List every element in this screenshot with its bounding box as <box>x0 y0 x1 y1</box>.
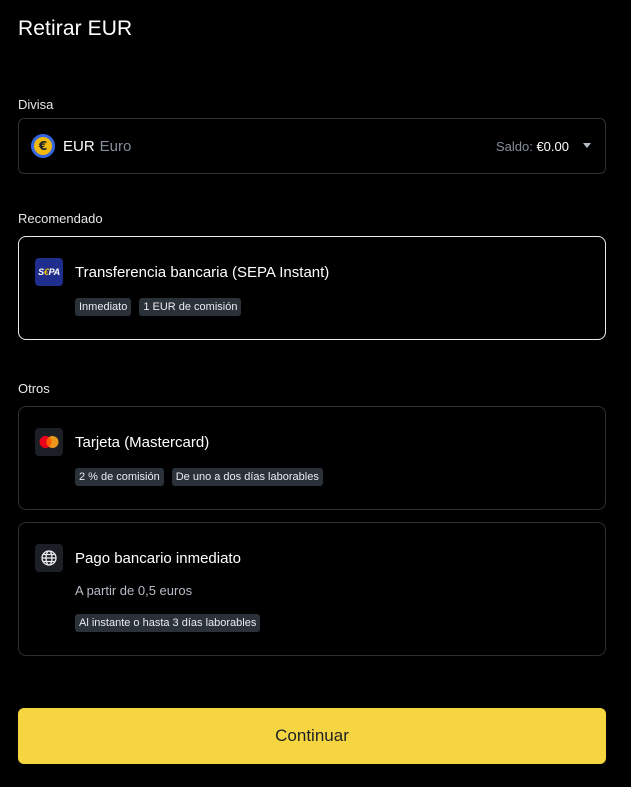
method-tags: Al instante o hasta 3 días laborables <box>75 614 261 632</box>
balance-label: Saldo <box>495 138 530 154</box>
currency-name: Euro <box>99 137 132 155</box>
method-sepa-instant[interactable]: S € PA Transferencia bancaria (SEPA Instan… <box>18 236 606 340</box>
balance: Saldo: €0.00 <box>496 139 569 154</box>
tag-speed: Inmediato <box>75 298 132 316</box>
chevron-down-icon <box>583 142 591 148</box>
recommended-label: Recomendado <box>18 211 103 226</box>
tag-speed: De uno a dos días laborables <box>171 468 323 486</box>
balance-value: €0.00 <box>536 138 569 154</box>
method-min-amount: A partir de 0,5 euros <box>75 583 193 598</box>
method-name: Pago bancario inmediato <box>75 550 241 567</box>
withdraw-page: Retirar EUR Divisa € EUR Euro Saldo: €0.… <box>0 0 631 787</box>
continue-button[interactable]: Continuar <box>18 708 606 764</box>
currency-label: Divisa <box>18 97 54 112</box>
method-name: Transferencia bancaria (SEPA Instant) <box>75 264 330 281</box>
method-tags: 2 % de comisión De uno a dos días labora… <box>75 468 323 486</box>
tag-fee: 2 % de comisión <box>75 468 164 486</box>
mastercard-icon <box>35 428 63 456</box>
method-name: Tarjeta (Mastercard) <box>75 434 210 451</box>
others-label: Otros <box>18 381 50 396</box>
globe-icon <box>35 544 63 572</box>
currency-code: EUR <box>63 137 95 155</box>
tag-speed: Al instante o hasta 3 días laborables <box>75 614 261 632</box>
method-tags: Inmediato 1 EUR de comisión <box>75 298 242 316</box>
method-instant-bank-payment[interactable]: Pago bancario inmediato A partir de 0,5 … <box>18 522 606 656</box>
euro-coin-icon: € <box>31 134 55 158</box>
method-mastercard[interactable]: Tarjeta (Mastercard) 2 % de comisión De … <box>18 406 606 510</box>
currency-select[interactable]: € EUR Euro Saldo: €0.00 <box>18 118 606 174</box>
euro-symbol: € <box>34 137 52 155</box>
sepa-icon: S € PA <box>35 258 63 286</box>
tag-fee: 1 EUR de comisión <box>139 298 242 316</box>
page-title: Retirar EUR <box>18 17 133 40</box>
